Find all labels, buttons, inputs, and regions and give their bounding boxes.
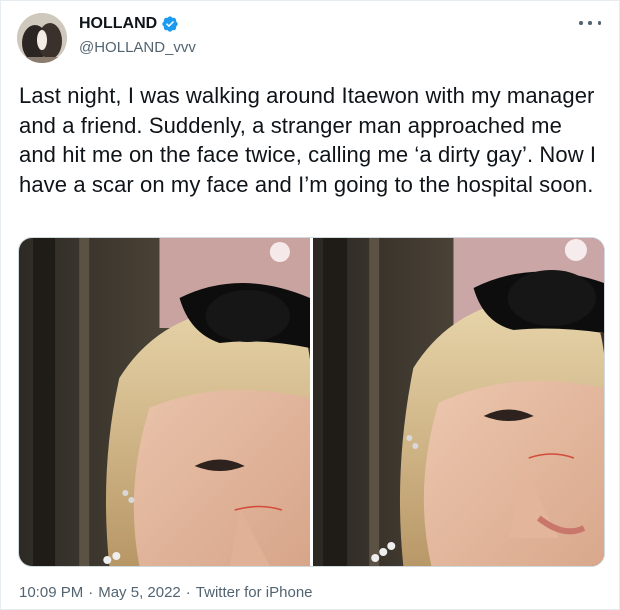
tweet-time[interactable]: 10:09 PM [19,584,83,601]
avatar[interactable] [17,13,67,63]
tweet-photo-2[interactable] [313,238,604,566]
selfie-photo-1-image [19,238,310,566]
more-options-icon[interactable] [579,15,601,31]
tweet-text: Last night, I was walking around Itaewon… [19,83,597,197]
tweet-metadata: 10:09 PM · May 5, 2022 · Twitter for iPh… [19,584,313,601]
tweet-date[interactable]: May 5, 2022 [98,584,181,601]
selfie-photo-2-image [313,238,604,566]
tweet-photo-1[interactable] [19,238,310,566]
tweet-media [18,237,605,567]
avatar-image [17,13,67,63]
meta-separator: · [185,584,191,601]
author-name-row: HOLLAND [79,15,179,33]
meta-separator: · [88,584,94,601]
display-name[interactable]: HOLLAND [79,15,157,33]
tweet-card: HOLLAND @HOLLAND_vvv Last night, I was w… [0,0,620,610]
tweet-source[interactable]: Twitter for iPhone [196,584,313,601]
verified-badge-icon [162,16,178,32]
author-handle[interactable]: @HOLLAND_vvv [79,39,196,56]
